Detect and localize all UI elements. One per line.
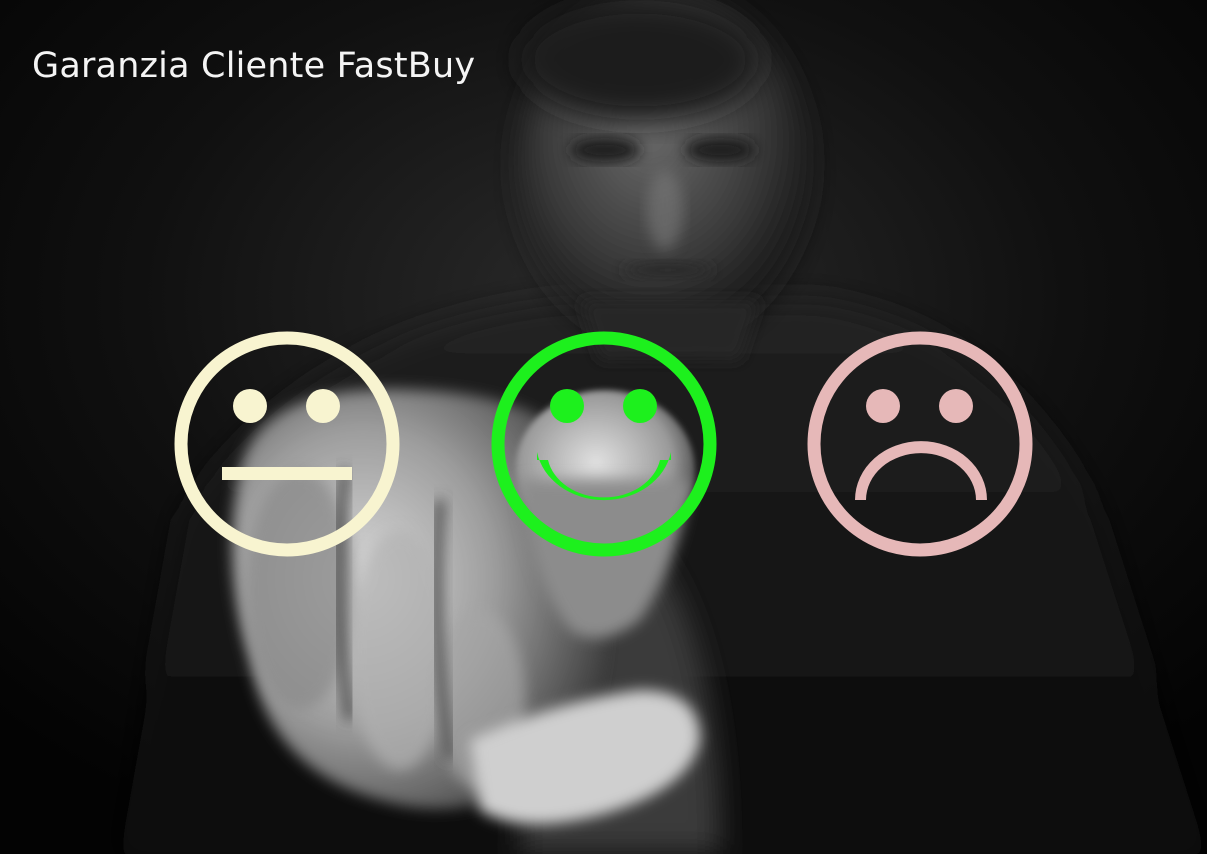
sad-face-icon[interactable] bbox=[807, 331, 1033, 557]
neutral-face-icon[interactable] bbox=[174, 331, 400, 557]
customer-guarantee-banner: Garanzia Cliente FastBuy bbox=[0, 0, 1207, 854]
rating-faces bbox=[174, 331, 1033, 557]
smiling-face-icon[interactable] bbox=[491, 331, 717, 557]
